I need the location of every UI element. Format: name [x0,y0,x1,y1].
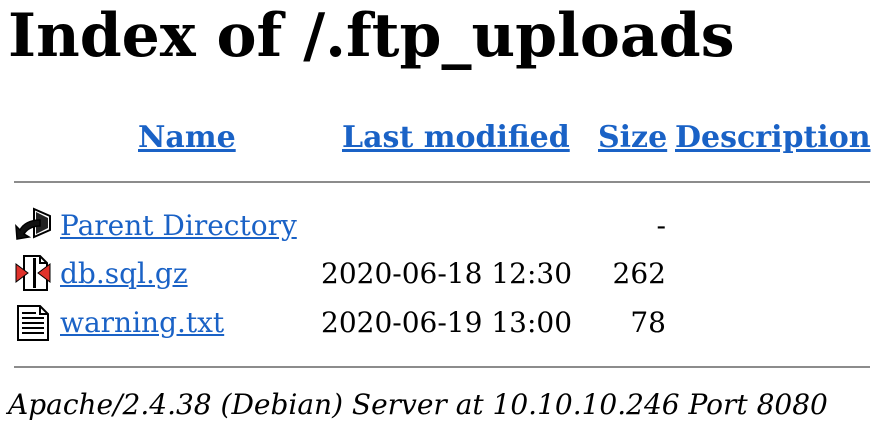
text-file-icon [17,305,49,341]
page-title: Index of /.ftp_uploads [8,1,735,71]
sort-by-name-link[interactable]: Name [138,118,236,158]
entry-last-modified: 2020-06-19 13:00 [321,306,573,339]
compressed-file-icon [15,255,51,291]
entry-last-modified: 2020-06-18 12:30 [321,257,573,290]
sort-by-size-link[interactable]: Size [598,118,667,158]
parent-directory-link[interactable]: Parent Directory [60,208,297,244]
header-divider [14,181,870,183]
entry-size: 78 [630,306,666,339]
sort-by-description-link[interactable]: Description [675,118,871,158]
sort-by-last-modified-link[interactable]: Last modified [342,118,570,158]
footer-divider [14,366,870,368]
server-signature: Apache/2.4.38 (Debian) Server at 10.10.1… [8,388,828,421]
db-sql-gz-link[interactable]: db.sql.gz [60,256,188,292]
entry-size: 262 [612,257,666,290]
back-arrow-icon [15,207,51,240]
entry-size: - [656,209,666,242]
warning-txt-link[interactable]: warning.txt [60,305,224,341]
